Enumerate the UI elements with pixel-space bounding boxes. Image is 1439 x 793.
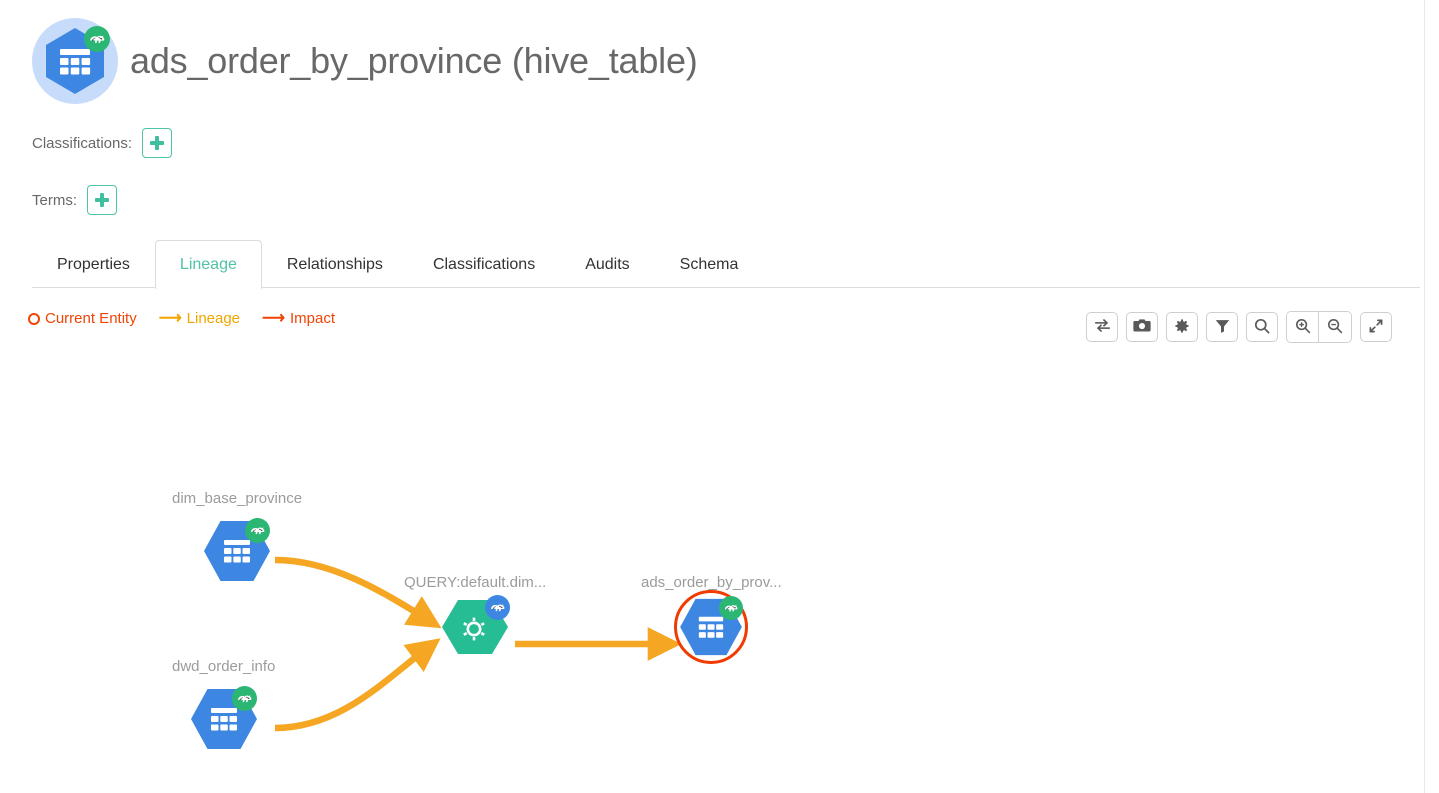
entity-header: ads_order_by_province (hive_table) xyxy=(32,18,698,104)
tab-classifications[interactable]: Classifications xyxy=(408,240,560,288)
classifications-row: Classifications: xyxy=(32,128,173,158)
arrow-right-icon: ⟶ xyxy=(262,309,285,327)
fullscreen-button[interactable] xyxy=(1360,312,1392,342)
graph-node-label: ads_order_by_prov... xyxy=(641,574,782,591)
filter-button[interactable] xyxy=(1206,312,1238,342)
filter-icon xyxy=(1215,319,1230,336)
classifications-label: Classifications: xyxy=(32,134,133,152)
hive-elephant-badge-icon xyxy=(485,595,511,620)
page-title: ads_order_by_province (hive_table) xyxy=(130,40,698,81)
fullscreen-icon xyxy=(1368,318,1384,337)
graph-node-shape[interactable] xyxy=(199,513,275,589)
search-button[interactable] xyxy=(1246,312,1278,342)
screenshot-button[interactable] xyxy=(1126,312,1158,342)
graph-node-label: QUERY:default.dim... xyxy=(404,574,547,591)
tab-properties[interactable]: Properties xyxy=(32,240,155,288)
add-term-button[interactable] xyxy=(87,185,117,215)
gear-icon xyxy=(1174,318,1190,337)
settings-button[interactable] xyxy=(1166,312,1198,342)
graph-node-dwd-order-info[interactable]: dwd_order_info xyxy=(172,658,275,757)
add-classification-button[interactable] xyxy=(142,128,173,158)
zoom-out-icon xyxy=(1327,318,1343,337)
circle-outline-icon xyxy=(28,312,40,325)
lineage-graph[interactable]: dim_base_province dwd_order_info QUERY:d… xyxy=(0,350,1425,793)
entity-detail-page: ads_order_by_province (hive_table) Class… xyxy=(0,0,1425,793)
zoom-in-button[interactable] xyxy=(1287,312,1319,342)
process-gear-hexagon-icon xyxy=(438,595,512,656)
arrow-right-icon: ⟶ xyxy=(158,309,182,327)
retweet-icon xyxy=(1094,318,1111,336)
entity-avatar xyxy=(32,18,118,104)
legend-lineage[interactable]: ⟶ Lineage xyxy=(159,310,240,327)
hive-elephant-badge-icon xyxy=(245,518,271,543)
page-right-gutter xyxy=(1426,0,1439,793)
zoom-out-button[interactable] xyxy=(1319,312,1351,342)
plus-icon xyxy=(95,193,109,207)
entity-tabs: Properties Lineage Relationships Classif… xyxy=(32,240,1420,289)
legend-current-entity-label: Current Entity xyxy=(45,310,137,327)
hive-elephant-badge-icon xyxy=(84,26,110,52)
graph-node-shape[interactable] xyxy=(671,590,751,664)
terms-label: Terms: xyxy=(32,191,77,209)
legend-impact[interactable]: ⟶ Impact xyxy=(262,310,335,327)
terms-row: Terms: xyxy=(32,185,117,215)
graph-node-dim-base-province[interactable]: dim_base_province xyxy=(172,490,302,589)
hive-table-hexagon-icon xyxy=(678,596,744,656)
legend-impact-label: Impact xyxy=(289,310,335,327)
zoom-in-icon xyxy=(1295,318,1311,337)
tab-lineage[interactable]: Lineage xyxy=(154,240,262,289)
zoom-button-group xyxy=(1286,311,1352,343)
lineage-legend: Current Entity ⟶ Lineage ⟶ Impact xyxy=(28,310,335,327)
graph-node-shape[interactable] xyxy=(186,681,262,757)
swap-lineage-direction-button[interactable] xyxy=(1086,312,1118,342)
graph-node-ads-order-by-province[interactable]: ads_order_by_prov... xyxy=(641,574,782,664)
legend-lineage-label: Lineage xyxy=(186,310,241,327)
legend-current-entity[interactable]: Current Entity xyxy=(28,310,137,327)
tab-relationships[interactable]: Relationships xyxy=(262,240,408,288)
hive-table-hexagon-icon xyxy=(189,686,259,750)
search-icon xyxy=(1254,318,1270,337)
plus-icon xyxy=(150,136,165,150)
tab-schema[interactable]: Schema xyxy=(655,240,764,288)
graph-node-shape[interactable] xyxy=(435,595,515,657)
hive-table-hexagon-icon xyxy=(202,518,272,582)
lineage-toolbar xyxy=(1086,311,1392,343)
camera-icon xyxy=(1133,318,1151,336)
tab-audits[interactable]: Audits xyxy=(560,240,654,288)
graph-node-label: dim_base_province xyxy=(172,490,303,507)
hive-table-hexagon-icon xyxy=(44,26,110,95)
graph-node-query-process[interactable]: QUERY:default.dim... xyxy=(404,574,546,657)
hive-elephant-badge-icon xyxy=(231,686,257,711)
edge-dwd-order-info-to-query xyxy=(274,638,441,732)
graph-node-label: dwd_order_info xyxy=(172,658,276,675)
